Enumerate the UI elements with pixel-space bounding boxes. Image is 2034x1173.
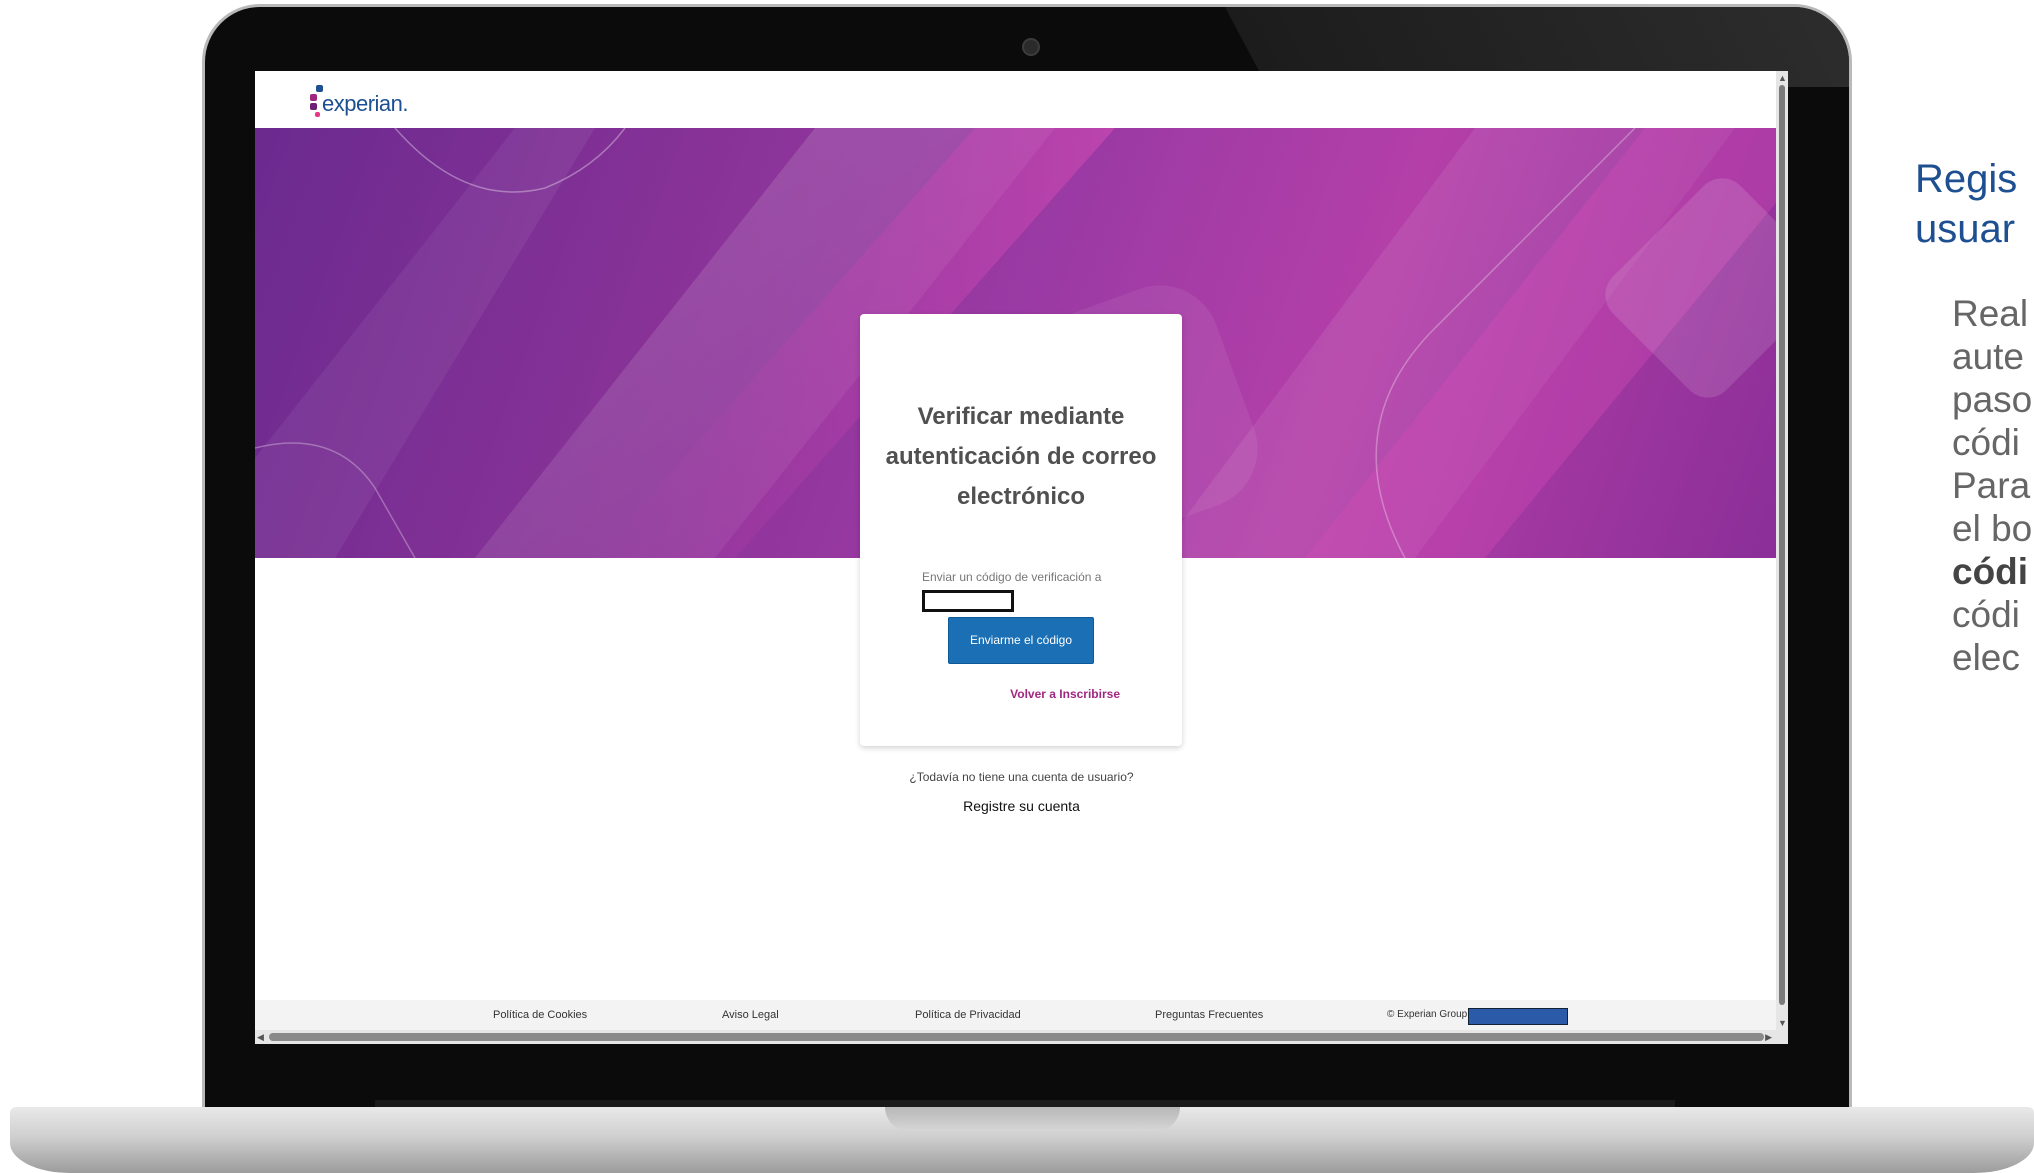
side-body: Real aute paso códi Para el bo códi códi… xyxy=(1952,292,2034,679)
logo-dot xyxy=(315,112,320,117)
laptop-notch xyxy=(885,1107,1180,1131)
verification-subtitle: Enviar un código de verificación a xyxy=(922,570,1102,584)
vertical-scrollbar[interactable]: ▲ ▼ xyxy=(1776,71,1788,1030)
redacted-email xyxy=(922,590,1014,612)
logo-text: experian. xyxy=(322,91,409,116)
footer-link-faq[interactable]: Preguntas Frecuentes xyxy=(1155,1009,1263,1021)
side-body-line: códi xyxy=(1952,422,2020,463)
send-code-button[interactable]: Enviarme el código xyxy=(948,617,1094,664)
side-body-line: códi xyxy=(1952,594,2020,635)
logo-dot xyxy=(310,94,317,101)
back-to-signup-link[interactable]: Volver a Inscribirse xyxy=(1010,687,1120,701)
side-body-line-bold: códi xyxy=(1952,551,2029,592)
side-body-line: paso xyxy=(1952,379,2033,420)
side-body-line: aute xyxy=(1952,336,2025,377)
footer-link-privacy[interactable]: Política de Privacidad xyxy=(915,1009,1021,1021)
camera-icon xyxy=(1022,38,1040,56)
laptop-base xyxy=(10,1107,2034,1173)
scroll-left-icon[interactable]: ◀ xyxy=(257,1032,264,1042)
footer: Política de Cookies Aviso Legal Política… xyxy=(255,1000,1788,1030)
logo-dot xyxy=(310,103,317,110)
scroll-right-icon[interactable]: ▶ xyxy=(1765,1032,1772,1042)
side-title-line: usuar xyxy=(1915,207,2016,251)
card-title: Verificar mediante autenticación de corr… xyxy=(885,403,1157,510)
vertical-scroll-thumb[interactable] xyxy=(1779,85,1785,1005)
side-title-line: Regis xyxy=(1915,157,2018,201)
side-title: Regis usuar xyxy=(1915,154,2034,254)
footer-link-legal[interactable]: Aviso Legal xyxy=(722,1009,779,1021)
side-body-line: Para xyxy=(1952,465,2031,506)
side-body-line: elec xyxy=(1952,637,2020,678)
verification-card: Verificar mediante autenticación de corr… xyxy=(860,314,1182,746)
footer-link-cookies[interactable]: Política de Cookies xyxy=(493,1009,587,1021)
scroll-down-icon[interactable]: ▼ xyxy=(1778,1018,1787,1028)
scroll-up-icon[interactable]: ▲ xyxy=(1778,73,1787,83)
redacted-year xyxy=(1468,1008,1568,1025)
register-account-link[interactable]: Registre su cuenta xyxy=(255,798,1788,814)
copyright-text: © Experian Group - xyxy=(1387,1009,1474,1020)
side-body-line: el bo xyxy=(1952,508,2033,549)
horizontal-scroll-thumb[interactable] xyxy=(269,1033,1764,1041)
browser-screen: experian. Verificar mediante autenticaci… xyxy=(255,71,1788,1044)
horizontal-scrollbar[interactable]: ◀ ▶ xyxy=(255,1030,1788,1044)
no-account-text: ¿Todavía no tiene una cuenta de usuario? xyxy=(909,770,1134,784)
side-body-line: Real xyxy=(1952,293,2029,334)
site-header: experian. xyxy=(255,71,1788,128)
